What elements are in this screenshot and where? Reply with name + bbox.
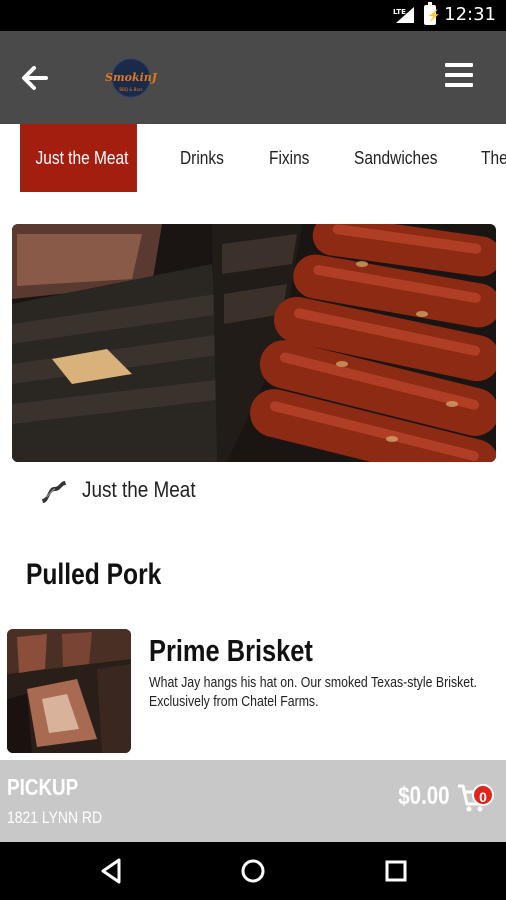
cart-bar[interactable]: PICKUP 1821 LYNN RD $0.00 0 bbox=[0, 760, 506, 842]
system-nav-bar bbox=[0, 842, 506, 900]
pickup-address: 1821 LYNN RD bbox=[7, 808, 103, 827]
recents-square-icon[interactable] bbox=[381, 856, 411, 886]
tab-sandwiches[interactable]: Sandwiches bbox=[354, 124, 437, 192]
battery-icon: ⚡ bbox=[424, 1, 441, 25]
brand-logo[interactable]: SmokinJ BBQ & Bars bbox=[100, 53, 162, 103]
status-time: 12:31 bbox=[444, 4, 496, 25]
tab-just-the-meat[interactable]: Just the Meat bbox=[20, 124, 137, 192]
bacon-icon bbox=[42, 481, 66, 503]
pickup-label: PICKUP bbox=[7, 774, 79, 800]
back-button[interactable] bbox=[18, 61, 52, 95]
status-bar: LTE ⚡ 12:31 bbox=[0, 0, 506, 31]
category-label: Just the Meat bbox=[82, 477, 196, 502]
category-tabs: Just the Meat Drinks Fixins Sandwiches T… bbox=[0, 124, 506, 194]
hamburger-menu-icon bbox=[445, 63, 473, 87]
category-hero-image bbox=[12, 224, 496, 462]
menu-button[interactable] bbox=[445, 63, 473, 89]
cart-total: $0.00 bbox=[398, 782, 450, 810]
arrow-left-icon bbox=[22, 66, 48, 90]
svg-text:SmokinJ: SmokinJ bbox=[105, 71, 158, 84]
menu-item-card[interactable]: Prime Brisket What Jay hangs his hat on.… bbox=[7, 629, 499, 757]
svg-text:LTE: LTE bbox=[393, 8, 406, 16]
menu-item-name: Prime Brisket bbox=[149, 633, 313, 668]
menu-item-image bbox=[7, 629, 131, 753]
lte-signal-icon: LTE bbox=[392, 5, 416, 25]
tab-fixins[interactable]: Fixins bbox=[269, 124, 309, 192]
home-circle-icon[interactable] bbox=[238, 856, 268, 886]
back-triangle-icon[interactable] bbox=[97, 856, 127, 886]
cart-count-badge: 0 bbox=[472, 784, 494, 806]
app-bar: SmokinJ BBQ & Bars bbox=[0, 31, 506, 124]
svg-text:BBQ & Bars: BBQ & Bars bbox=[119, 87, 142, 92]
tab-the[interactable]: The bbox=[481, 124, 506, 192]
section-title: Pulled Pork bbox=[26, 558, 162, 591]
tab-drinks[interactable]: Drinks bbox=[180, 124, 224, 192]
menu-item-description: What Jay hangs his hat on. Our smoked Te… bbox=[149, 674, 477, 710]
category-heading: Just the Meat bbox=[38, 473, 214, 507]
